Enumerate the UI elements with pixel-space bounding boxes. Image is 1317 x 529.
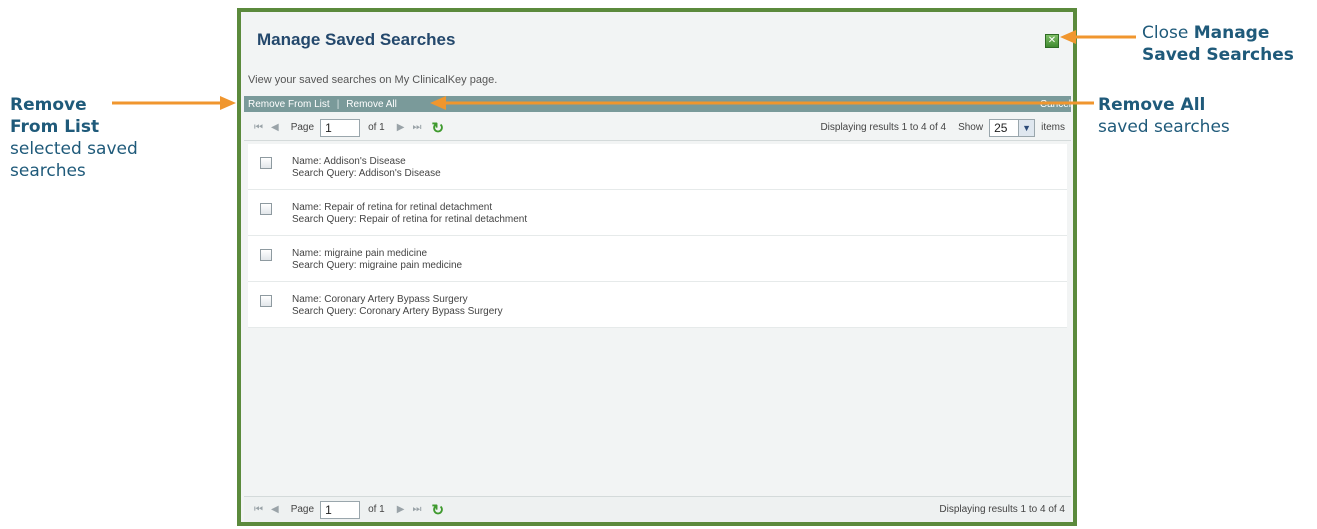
annotation-arrows (112, 30, 1136, 110)
arrow-head-remove-from-list (220, 96, 236, 110)
arrow-head-remove-all (430, 96, 446, 110)
arrow-head-close (1060, 30, 1076, 44)
